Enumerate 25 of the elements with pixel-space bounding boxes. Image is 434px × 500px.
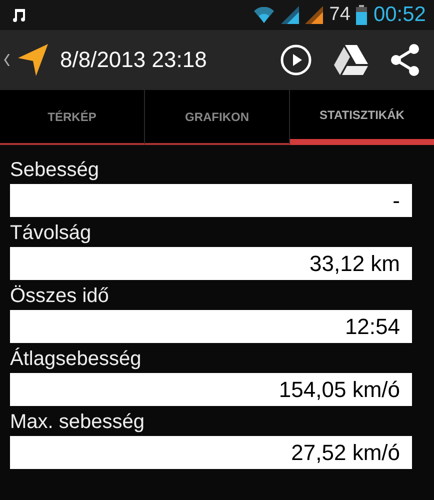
stat-label: Távolság	[10, 221, 92, 246]
stat-label: Átlagsebesség	[10, 346, 142, 372]
triangle-logo-button[interactable]	[334, 45, 368, 75]
signal-icon	[281, 6, 300, 24]
battery-level: 74	[329, 4, 350, 26]
play-button[interactable]	[280, 44, 312, 76]
window-title: 8/8/2013 23:18	[60, 47, 208, 73]
navigation-arrow-icon[interactable]	[18, 44, 48, 76]
stat-label: Összes idő	[10, 284, 110, 309]
stat-value: 27,52 km/ó	[10, 436, 412, 469]
battery-icon	[356, 5, 368, 25]
stat-value: -	[10, 184, 412, 217]
stat-value: 154,05 km/ó	[10, 373, 412, 406]
stat-label: Max. sebesség	[10, 410, 146, 435]
share-button[interactable]	[390, 44, 420, 76]
signal-icon	[305, 6, 324, 24]
tab[interactable]: TÉRKÉP	[0, 90, 145, 145]
wifi-icon	[253, 7, 276, 23]
tab[interactable]: GRAFIKON	[145, 90, 290, 145]
back-caret-icon[interactable]	[4, 54, 10, 66]
stat-value: 33,12 km	[10, 247, 412, 280]
stat-label: Sebesség	[10, 158, 100, 183]
music-note-icon	[12, 7, 26, 23]
stat-value: 12:54	[10, 310, 412, 343]
clock: 00:52	[373, 3, 426, 27]
